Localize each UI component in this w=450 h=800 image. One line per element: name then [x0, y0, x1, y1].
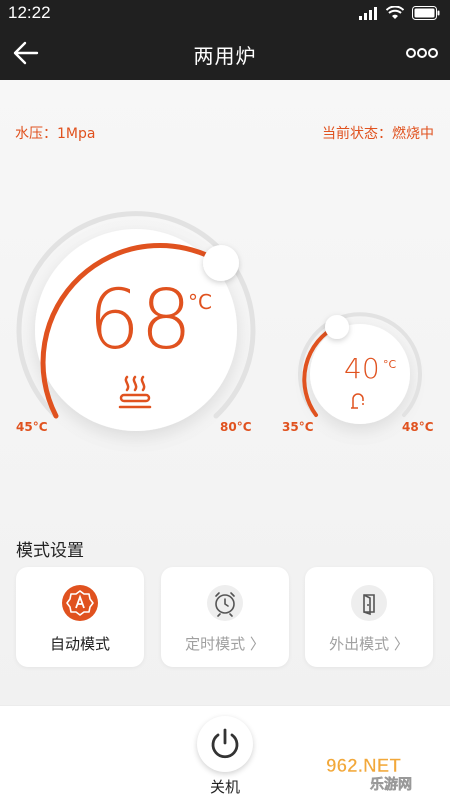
svg-text:乐游网: 乐游网 — [370, 776, 412, 792]
page-title: 两用炉 — [193, 44, 257, 68]
heating-max-label: 80°C — [220, 420, 252, 434]
wifi-icon — [386, 6, 404, 19]
more-options-icon[interactable] — [406, 44, 438, 62]
battery-icon — [412, 6, 440, 20]
signal-icon — [359, 7, 377, 20]
door-exit-icon — [351, 585, 387, 621]
water-temperature-value: 40 — [344, 352, 380, 385]
water-min-label: 35°C — [282, 420, 314, 434]
water-temperature-unit: °C — [383, 358, 397, 371]
power-icon — [211, 728, 239, 759]
alarm-clock-icon — [207, 585, 243, 621]
main-content: 水压：1Mpa 当前状态：燃烧中 68 °C 40 °C 45°C 80°C 3… — [0, 80, 450, 705]
power-button[interactable] — [197, 716, 253, 772]
mode-label-auto: 自动模式 — [49, 635, 110, 653]
mode-card-timer[interactable]: 定时模式 〉 — [161, 567, 289, 667]
heating-temperature-unit: °C — [188, 290, 212, 314]
heating-min-label: 45°C — [16, 420, 48, 434]
water-max-label: 48°C — [402, 420, 434, 434]
mode-card-away[interactable]: 外出模式 〉 — [305, 567, 433, 667]
mode-cards: 自动模式 定时模式 〉 外出模式 〉 — [16, 567, 436, 667]
status-time: 12:22 — [8, 3, 51, 22]
mode-label-away: 外出模式 〉 — [329, 635, 409, 653]
mode-label-timer: 定时模式 〉 — [185, 635, 265, 653]
heating-temperature-value: 68 — [88, 273, 193, 368]
watermark-logo: 962.NET 乐游网 — [326, 756, 413, 792]
app-header: 两用炉 — [0, 26, 450, 80]
mode-settings-title: 模式设置 — [16, 541, 84, 561]
status-icons — [358, 6, 440, 20]
mode-card-auto[interactable]: 自动模式 — [16, 567, 144, 667]
svg-text:962.NET: 962.NET — [326, 756, 401, 777]
water-dial-knob[interactable] — [325, 315, 349, 339]
tap-icon — [351, 393, 364, 409]
status-bar: 12:22 — [0, 0, 450, 26]
auto-mode-icon — [62, 585, 98, 621]
heating-icon — [118, 375, 152, 409]
heating-dial-knob[interactable] — [203, 245, 239, 281]
